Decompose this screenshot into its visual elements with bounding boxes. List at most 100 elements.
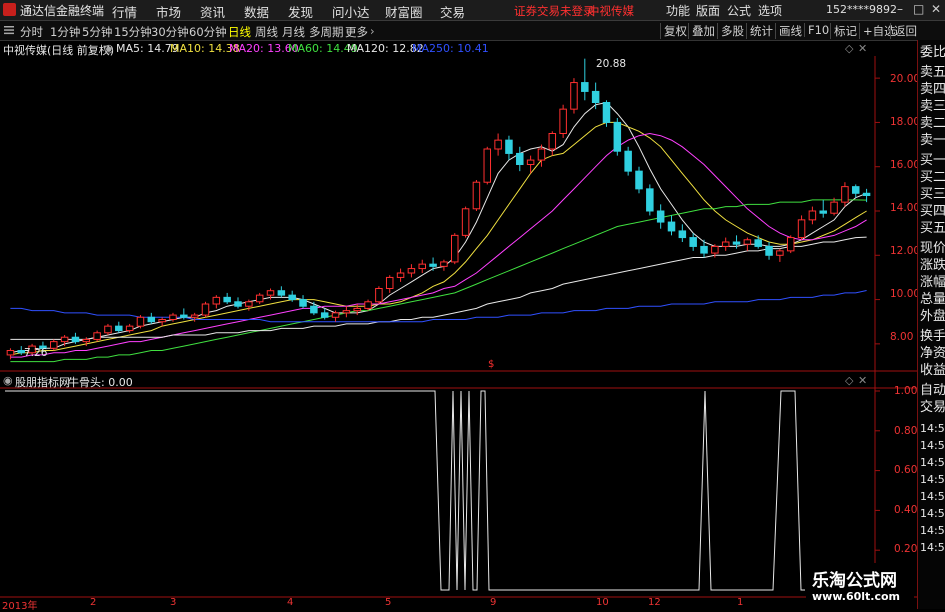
menu-item-wenxiaoda[interactable]: 问小达 [332,2,370,21]
tick-time: 14:56 [920,456,945,469]
f10-button[interactable]: F10 [804,23,832,37]
candle-body [451,234,459,263]
label-sell3: 卖三 [920,99,945,114]
candle-body [472,181,481,210]
candle-body [125,325,134,332]
candle-body [6,350,15,356]
list-icon[interactable] [4,25,14,35]
menu-item-xuanxiang[interactable]: 选项 [758,2,782,19]
x-tick: 1 [737,597,744,608]
menu-item-zixun[interactable]: 资讯 [200,2,225,21]
minimize-button[interactable]: – [897,2,903,16]
close-pane-icon[interactable]: ✕ [858,42,867,55]
app-title: 通达信金融终端 [20,4,105,18]
indicator-line [5,390,805,591]
candle-body [82,338,91,343]
candle-body [212,296,221,305]
menu-item-faxian[interactable]: 发现 [288,2,313,21]
menu-item-caifuquan[interactable]: 财富圈 [385,2,423,21]
candle-body [60,336,69,343]
tab-15min[interactable]: 15分钟 [114,24,152,40]
indicator-value: 牛骨头: 0.00 [68,376,133,389]
y-tick: 18.00 [890,116,921,128]
menu-item-hangqing[interactable]: 行情 [112,2,137,21]
label-change-pct: 涨幅 [920,275,945,290]
candle-body [169,314,177,321]
tab-60min[interactable]: 60分钟 [189,24,227,40]
close-pane-icon[interactable]: ✕ [858,374,867,387]
tab-5min[interactable]: 5分钟 [82,24,112,40]
candle-body [841,186,849,203]
ma-line-ma120 [10,236,867,340]
label-outer-volume: 外盘 [920,309,945,324]
diamond-icon[interactable]: ◇ [845,42,853,55]
x-tick: 2 [90,597,97,608]
x-tick: 5 [385,597,392,608]
trade-login-warning[interactable]: 证券交易未登录 [514,3,595,19]
candle-body [830,201,838,214]
trade-button[interactable]: 交易 [920,401,945,415]
tab-monthly[interactable]: 月线 [282,24,305,40]
menu-item-shuju[interactable]: 数据 [244,2,269,21]
candle-body [440,261,448,267]
candle-body [721,241,730,247]
tab-30min[interactable]: 30分钟 [151,24,189,40]
user-account[interactable]: 152****9892 [826,3,897,16]
candle-body [461,208,470,236]
candle-body [158,319,166,323]
indicator-settings-icon[interactable]: ◉ [3,374,13,387]
tab-weekly[interactable]: 周线 [255,24,278,40]
tab-daily[interactable]: 日线 [228,24,251,40]
menu-item-jiaoyi[interactable]: 交易 [440,2,465,21]
statistics-button[interactable]: 统计 [746,23,776,39]
diamond-icon[interactable]: ◇ [845,374,853,387]
auto-trade-button[interactable]: 自动 [920,384,945,398]
candle-body [689,237,697,247]
menu-item-gongneng[interactable]: 功能 [666,2,690,19]
tab-more[interactable]: 更多 [345,24,368,40]
x-tick: 2013年 [2,601,38,612]
candle-body [299,299,307,307]
label-net-assets: 净资 [920,346,945,361]
settings-circle-icon[interactable]: ◉ [104,42,114,55]
candle-body [375,288,383,303]
close-button[interactable]: ✕ [931,2,941,16]
candle-body [494,139,502,150]
label-turnover: 换手 [920,329,945,344]
x-tick: 4 [287,597,294,608]
overlay-button[interactable]: 叠加 [688,23,718,39]
chevron-right-icon: › [370,24,375,38]
tick-time: 14:56 [920,422,945,435]
menu-item-gongshi[interactable]: 公式 [727,2,751,19]
draw-line-button[interactable]: 画线 [775,23,805,39]
candle-body [234,301,242,307]
label-buy4: 买四 [920,204,945,219]
menu-item-shichang[interactable]: 市场 [156,2,181,21]
candle-body [678,230,687,239]
menu-item-banmian[interactable]: 版面 [696,2,720,19]
fuquan-button[interactable]: 复权 [660,23,690,39]
ma-line-ma10 [10,121,867,356]
price-chart[interactable] [0,0,945,609]
candle-body [516,152,524,166]
tick-time: 14:56 [920,439,945,452]
label-sell4: 卖四 [920,82,945,97]
multi-stock-button[interactable]: 多股 [717,23,747,39]
tab-fenshi[interactable]: 分时 [20,24,43,40]
candle-body [136,316,145,327]
candle-body [255,294,264,303]
candle-body [201,303,210,316]
app-logo-icon [3,3,16,16]
ma-line-ma60 [10,199,867,363]
maximize-button[interactable]: □ [913,2,924,16]
candle-body [656,210,665,223]
ma-line-ma250 [10,290,867,323]
candle-body [797,219,806,239]
ind-y-tick: 0.20 [894,543,918,555]
tab-1min[interactable]: 1分钟 [50,24,80,40]
mark-button[interactable]: 标记 [830,23,860,39]
candle-body [190,314,199,318]
back-button[interactable]: 返回 [890,23,920,39]
y-tick: 16.00 [890,159,921,171]
tab-multi-period[interactable]: 多周期 [309,24,344,40]
